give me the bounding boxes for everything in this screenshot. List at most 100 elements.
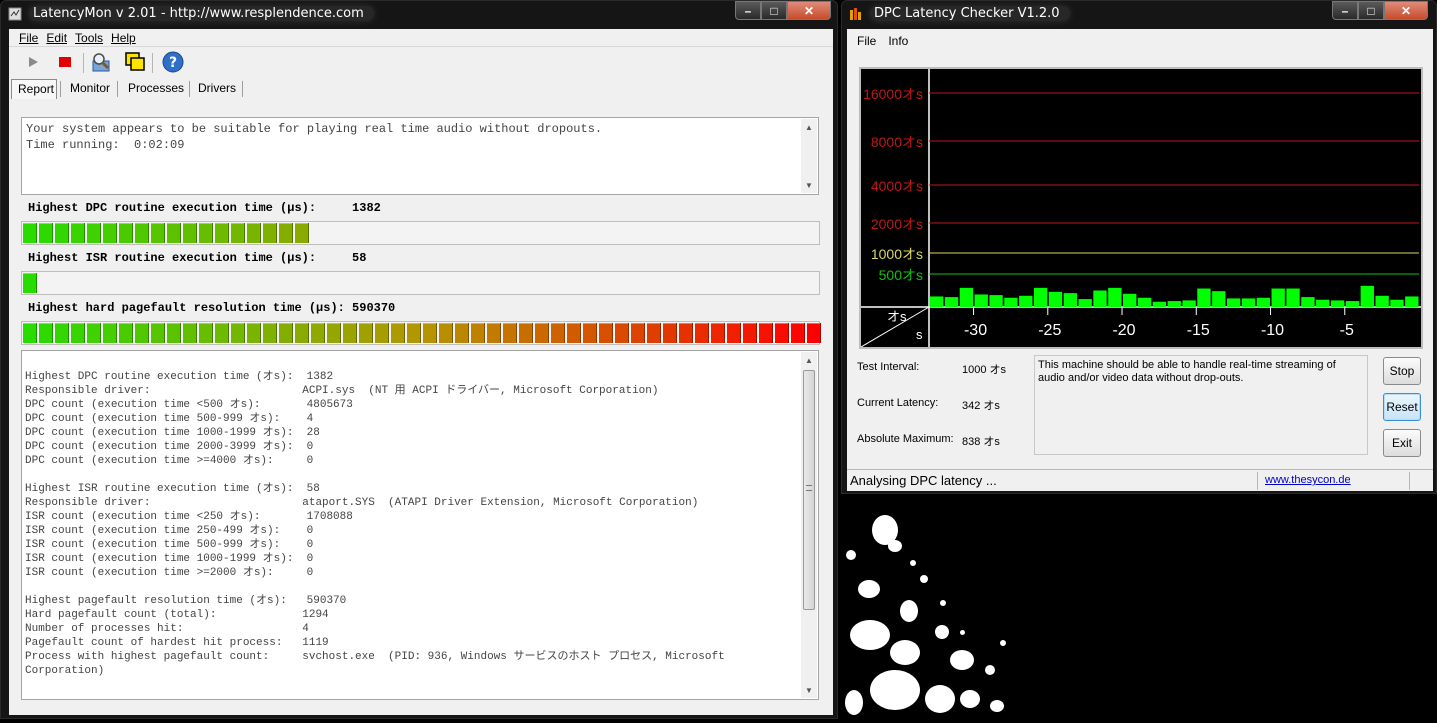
bar-segment [375,323,389,343]
latency-bar [1256,297,1271,307]
tab-drivers[interactable]: Drivers [192,79,242,99]
latency-bar [1093,290,1107,307]
bar-segment [279,323,293,343]
help-icon: ? [162,51,184,76]
bar-segment [679,323,693,343]
menu-tools[interactable]: Tools [71,29,107,46]
tab-report[interactable]: Report [11,79,57,99]
start-button[interactable] [21,51,45,75]
y-unit-label: オs [887,309,907,324]
latency-bar [930,296,944,307]
latency-bar [1108,287,1122,307]
bar-segment [279,223,293,243]
latency-bar [1167,301,1181,307]
scroll-thumb[interactable] [803,370,815,610]
y-tick-label: 8000オs [871,134,923,150]
dpc-checker-window: DPC Latency Checker V1.2.0 – □ ✕ File In… [841,0,1437,494]
menu-info[interactable]: Info [888,34,908,51]
latency-bar [1345,301,1360,307]
test-interval-label: Test Interval: [857,361,920,373]
bar-segment [647,323,661,343]
dpc-client: File Info 16000オs 8000オs 4000オs 2000オs 1000オ… [847,29,1433,491]
svg-text:?: ? [169,55,177,71]
lookup-button[interactable] [89,51,113,75]
bar-segment [727,323,741,343]
maximize-button[interactable]: □ [761,1,787,20]
bar-segment [327,323,341,343]
latency-bar [959,287,974,307]
bar-segment [583,323,597,343]
magnifier-icon [90,51,112,76]
bar-segment [23,273,37,293]
bar-segment [247,323,261,343]
latencymon-titlebar[interactable]: LatencyMon v 2.01 - http://www.resplende… [1,1,837,27]
bar-segment [519,323,533,343]
bar-segment [87,323,101,343]
latency-bar [1212,291,1226,307]
bar-segment [231,323,245,343]
latency-bar [1033,287,1048,307]
report-line: DPC count (execution time 2000-3999 オs):… [25,441,314,453]
bar-segment [135,323,149,343]
scroll-down-icon[interactable]: ▼ [801,177,817,193]
report-line [25,580,725,594]
latencymon-window: LatencyMon v 2.01 - http://www.resplende… [0,0,838,719]
pagefault-bar [21,321,821,345]
scroll-down-icon[interactable]: ▼ [801,682,817,698]
minimize-button[interactable]: – [1332,1,1358,20]
report-text: Highest DPC routine execution time (オs):… [25,370,725,678]
latency-bar [1182,300,1196,307]
y-tick-label: 2000オs [871,216,923,232]
bar-segment [535,323,549,343]
bar-segment [359,323,373,343]
y-tick-label: 16000オs [863,86,923,102]
windows-button[interactable] [123,51,147,75]
stop-button[interactable]: Stop [1383,357,1421,385]
bar-segment [215,323,229,343]
report-scrollbar[interactable]: ▲ ▼ [801,352,817,698]
status-scrollbar[interactable]: ▲ ▼ [801,119,817,193]
bar-segment [263,223,277,243]
tab-processes[interactable]: Processes [122,79,190,99]
y-tick-label: 1000オs [871,246,923,262]
scroll-up-icon[interactable]: ▲ [801,352,817,368]
bar-segment [23,323,37,343]
help-button[interactable]: ? [161,51,185,75]
website-link[interactable]: www.thesycon.de [1265,474,1351,486]
menu-file[interactable]: File [857,34,876,51]
bar-segment [103,223,117,243]
bar-segment [247,223,261,243]
bar-segment [711,323,725,343]
bar-segment [695,323,709,343]
bar-segment [55,223,69,243]
maximize-button[interactable]: □ [1358,1,1384,20]
status-text: Analysing DPC latency ... [850,473,997,488]
isr-label: Highest ISR routine execution time (µs):… [28,251,367,265]
bar-segment [103,323,117,343]
tab-monitor[interactable]: Monitor [64,79,116,99]
dpc-titlebar[interactable]: DPC Latency Checker V1.2.0 – □ ✕ [842,1,1436,27]
stop-button[interactable] [53,51,77,75]
bar-segment [39,223,53,243]
minimize-button[interactable]: – [735,1,761,20]
bar-segment [663,323,677,343]
latency-bar [1063,293,1077,307]
latency-bar [1197,288,1211,307]
latency-bar [1330,300,1345,307]
latency-bar [1301,297,1315,307]
menu-bar: File Info [847,29,1433,51]
menu-edit[interactable]: Edit [42,29,71,46]
scroll-up-icon[interactable]: ▲ [801,119,817,135]
message-box: This machine should be able to handle re… [1034,355,1368,455]
menu-file[interactable]: File [15,29,42,46]
tab-strip: Report Monitor Processes Drivers [9,79,833,101]
close-button[interactable]: ✕ [787,1,831,20]
reset-button[interactable]: Reset [1383,393,1421,421]
latency-bar [1241,298,1256,307]
menu-help[interactable]: Help [107,29,140,46]
close-button[interactable]: ✕ [1384,1,1428,20]
exit-button[interactable]: Exit [1383,429,1421,457]
y-tick-label: 500オs [879,267,923,283]
report-line: Highest DPC routine execution time (オs):… [25,371,334,383]
current-latency-value: 342 オs [962,400,1000,412]
